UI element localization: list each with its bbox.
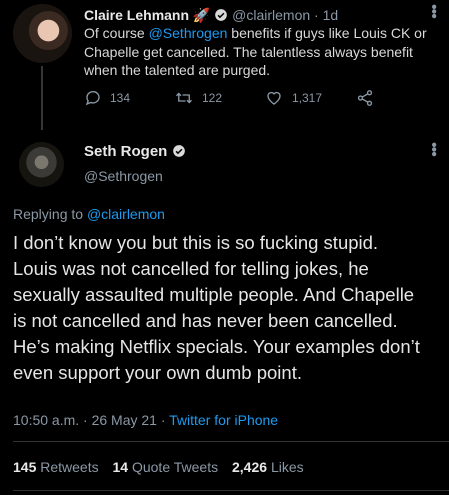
reply-count: 134 [110,91,131,105]
quotes-count: 14 [112,459,129,475]
main-author-name[interactable]: Seth Rogen [84,143,167,160]
tweet-timestamp[interactable]: 10:50 a.m. · 26 May 21 · [13,412,169,428]
parent-tweet-text: Of course @Sethrogen benefits if guys li… [84,24,429,80]
separator-dot: · [314,7,319,23]
retweet-count: 122 [202,91,223,105]
claire-avatar[interactable] [13,4,72,63]
likes-count: 2,426 [232,459,268,475]
parent-author-name[interactable]: Claire Lehmann [84,7,189,23]
verified-badge-icon [215,9,228,21]
divider [13,490,449,491]
parent-author-handle[interactable]: @clairlemon [232,7,310,23]
retweets-label: Retweets [40,459,99,475]
likes-stat[interactable]: 2,426 Likes [232,459,314,475]
like-button[interactable]: 1,317 [264,89,322,107]
replying-prefix: Replying to [13,206,87,222]
reply-button[interactable]: 134 [84,89,130,107]
tweet-stats: 145 Retweets 14 Quote Tweets 2,426 Likes [13,459,314,475]
verified-badge-icon [172,145,185,157]
like-icon [267,91,281,105]
tweet-source-link[interactable]: Twitter for iPhone [169,412,278,428]
quotes-stat[interactable]: 14 Quote Tweets [113,459,229,475]
parent-mention-link[interactable]: @Sethrogen [149,25,228,41]
main-author-handle[interactable]: @Sethrogen [84,168,163,184]
main-more-icon[interactable]: ••• [424,142,442,156]
tweet-meta: 10:50 a.m. · 26 May 21 · Twitter for iPh… [13,412,278,428]
retweets-stat[interactable]: 145 Retweets [13,459,109,475]
retweets-count: 145 [13,459,37,475]
retweet-button[interactable]: 122 [174,89,222,107]
likes-label: Likes [270,459,304,475]
replying-to: Replying to @clairlemon [13,206,165,222]
share-button[interactable] [356,89,374,107]
parent-text-before: Of course [84,25,149,41]
share-icon [357,90,373,106]
replying-handle-link[interactable]: @clairlemon [87,206,165,222]
main-author-name-row: Seth Rogen [84,143,186,160]
quotes-label: Quote Tweets [131,459,219,475]
thread-line [41,66,43,130]
parent-more-icon[interactable]: ••• [424,4,442,18]
rocket-emoji: 🚀 [192,7,211,23]
parent-tweet-header: Claire Lehmann 🚀 @clairlemon · 1d [84,7,338,24]
like-count: 1,317 [292,91,323,105]
retweet-icon [176,92,192,104]
main-tweet-text: I don’t know you but this is so fucking … [13,232,420,383]
reply-icon [85,91,100,106]
parent-tweet-time[interactable]: 1d [323,7,339,23]
parent-tweet-actions: 134 122 1,317 [84,89,384,109]
divider [13,441,449,442]
seth-avatar[interactable] [19,142,64,187]
